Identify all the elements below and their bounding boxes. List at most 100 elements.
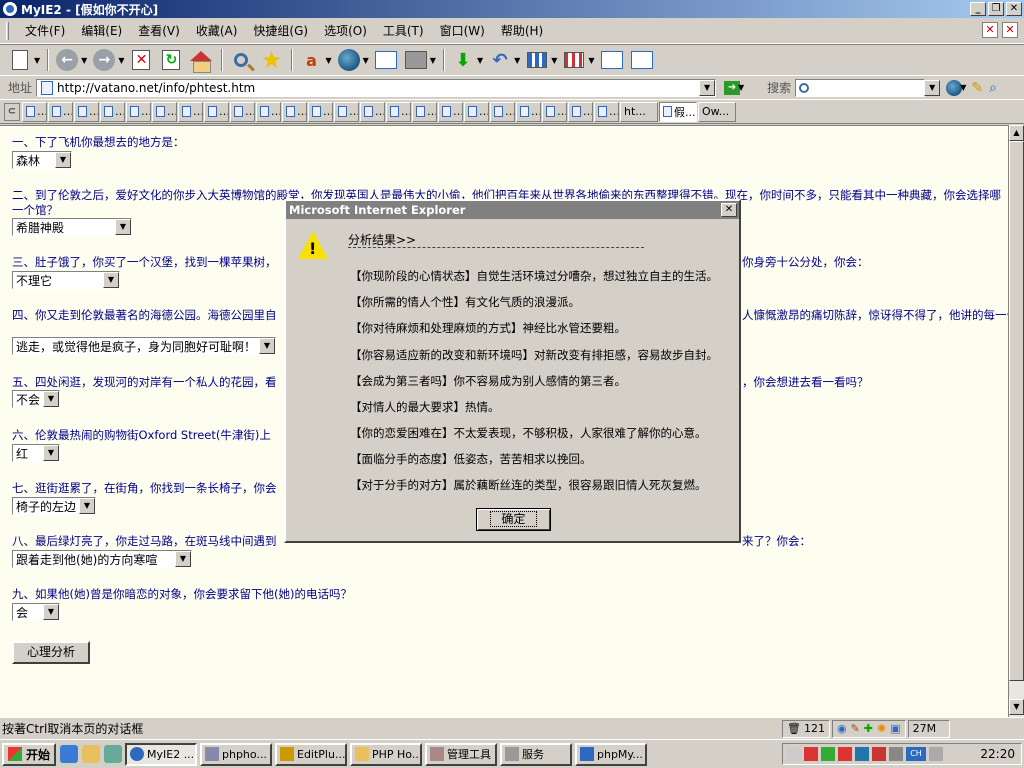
tab-12[interactable]: … [308,101,333,122]
close-all-tabs-icon[interactable]: ✕ [1002,22,1018,38]
answer-2-select[interactable]: 希腊神殿 ▼ [12,218,132,236]
menu-file[interactable]: 文件(F) [17,20,73,41]
task-services[interactable]: 服务 [500,742,572,766]
back-dropdown-icon[interactable]: ▼ [81,56,87,65]
clock[interactable]: 22:20 [980,747,1021,761]
fullscreen-button[interactable] [598,46,626,74]
tab-8[interactable]: … [204,101,229,122]
start-button[interactable]: 开始 [2,742,56,766]
tab-13[interactable]: … [334,101,359,122]
answer-3-select[interactable]: 不理它 ▼ [12,271,120,289]
tile-dropdown-icon[interactable]: ▼ [551,56,557,65]
back-button[interactable]: ← [53,46,81,74]
folder-quicklaunch-icon[interactable] [82,745,100,763]
tab-11[interactable]: … [282,101,307,122]
tab-20[interactable]: … [516,101,541,122]
new-page-dropdown-icon[interactable]: ▼ [34,56,40,65]
ie-quicklaunch-icon[interactable] [60,745,78,763]
task-phpmyadmin[interactable]: phpMy... [575,742,647,766]
search-engine-dropdown-icon[interactable]: ▼ [960,83,966,92]
tools-dropdown-icon[interactable]: ▼ [430,56,436,65]
tab-19[interactable]: … [490,101,515,122]
popup-block-icon[interactable]: ◉ [837,722,847,735]
tab-10[interactable]: … [256,101,281,122]
encoding-dropdown-icon[interactable]: ▼ [363,56,369,65]
tab-22[interactable]: … [568,101,593,122]
menu-tools[interactable]: 工具(T) [375,20,432,41]
brush-icon[interactable]: ✎ [851,722,860,735]
task-phpho[interactable]: phpho... [200,742,272,766]
task-php-home[interactable]: PHP Ho... [350,742,422,766]
answer-7-select[interactable]: 椅子的左边 ▼ [12,497,96,515]
search-dropdown-icon[interactable]: ▼ [924,79,941,96]
task-admin-tools[interactable]: 管理工具 [425,742,497,766]
columns-button[interactable] [560,46,588,74]
url-dropdown-icon[interactable]: ▼ [699,79,716,96]
scroll-down-icon[interactable]: ▼ [1009,699,1024,715]
menu-favorites[interactable]: 收藏(A) [188,20,246,41]
tile-button[interactable] [523,46,551,74]
input-method-icon[interactable] [929,747,943,761]
block-count-cell[interactable]: 🗑 121 [782,719,830,738]
edit-page-button[interactable] [628,46,656,74]
menu-options[interactable]: 选项(O) [316,20,375,41]
dialog-close-button[interactable]: ✕ [721,203,737,217]
tab-16[interactable]: … [412,101,437,122]
tab-scroll-icon[interactable]: ⊂ [4,102,20,121]
answer-9-select[interactable]: 会 ▼ [12,603,60,621]
tab-2[interactable]: … [48,101,73,122]
tab-15[interactable]: … [386,101,411,122]
forward-button[interactable]: → [90,46,118,74]
stop-button[interactable]: ✕ [127,46,155,74]
tab-active[interactable]: 假... [659,101,697,122]
url-input[interactable]: http://vatano.net/info/phtest.htm ▼ [36,78,717,97]
menu-view[interactable]: 查看(V) [130,20,188,41]
menu-window[interactable]: 窗口(W) [432,20,493,41]
ime-indicator[interactable]: CH [906,747,926,761]
tab-18[interactable]: … [464,101,489,122]
download-button[interactable]: ⬇ [449,46,477,74]
sun-icon[interactable]: ✺ [877,722,886,735]
toolbar-grip[interactable] [6,21,9,40]
tab-6[interactable]: … [152,101,177,122]
task-myie2[interactable]: MyIE2 ... [125,742,197,766]
tab-14[interactable]: … [360,101,385,122]
tab-5[interactable]: … [126,101,151,122]
firewall-icon[interactable] [838,747,852,761]
answer-8-select[interactable]: 跟着走到他(她)的方向寒喧 ▼ [12,550,192,568]
close-window-button[interactable]: ✕ [1006,2,1022,16]
answer-4-select[interactable]: 逃走，或觉得他是疯子，身为同胞好可耻啊！ ▼ [12,337,276,355]
tab-17[interactable]: … [438,101,463,122]
tab-1[interactable]: … [22,101,47,122]
alert-tray-icon[interactable] [872,747,886,761]
tab-7[interactable]: … [178,101,203,122]
home-button[interactable] [187,46,215,74]
undo-close-button[interactable]: ↶ [486,46,514,74]
tab-9[interactable]: … [230,101,255,122]
download-dropdown-icon[interactable]: ▼ [477,56,483,65]
forward-dropdown-icon[interactable]: ▼ [118,56,124,65]
task-editplus[interactable]: EditPlu... [275,742,347,766]
new-page-button[interactable] [6,46,34,74]
find-icon[interactable]: ⌕ [989,80,997,96]
vertical-scrollbar[interactable]: ▲ ▼ [1008,125,1024,717]
menu-help[interactable]: 帮助(H) [493,20,551,41]
tab-ht[interactable]: ht... [620,101,658,122]
favorites-button[interactable]: ★ [257,46,285,74]
highlight-icon[interactable]: ✎ [971,80,983,96]
myie2-app-icon[interactable] [3,2,17,16]
font-button[interactable]: a [297,46,325,74]
volume-icon[interactable] [787,747,801,761]
url-value[interactable]: http://vatano.net/info/phtest.htm [57,81,699,95]
scroll-up-icon[interactable]: ▲ [1009,125,1024,141]
tab-23[interactable]: … [594,101,619,122]
close-tab-icon[interactable]: ✕ [982,22,998,38]
menu-edit[interactable]: 编辑(E) [73,20,130,41]
tools-button[interactable] [402,46,430,74]
tab-3[interactable]: … [74,101,99,122]
ok-button[interactable]: 确定 [476,508,551,531]
scroll-thumb[interactable] [1009,141,1024,681]
answer-1-select[interactable]: 森林 ▼ [12,151,72,169]
columns-dropdown-icon[interactable]: ▼ [588,56,594,65]
plugin-icon[interactable]: ✚ [864,722,873,735]
